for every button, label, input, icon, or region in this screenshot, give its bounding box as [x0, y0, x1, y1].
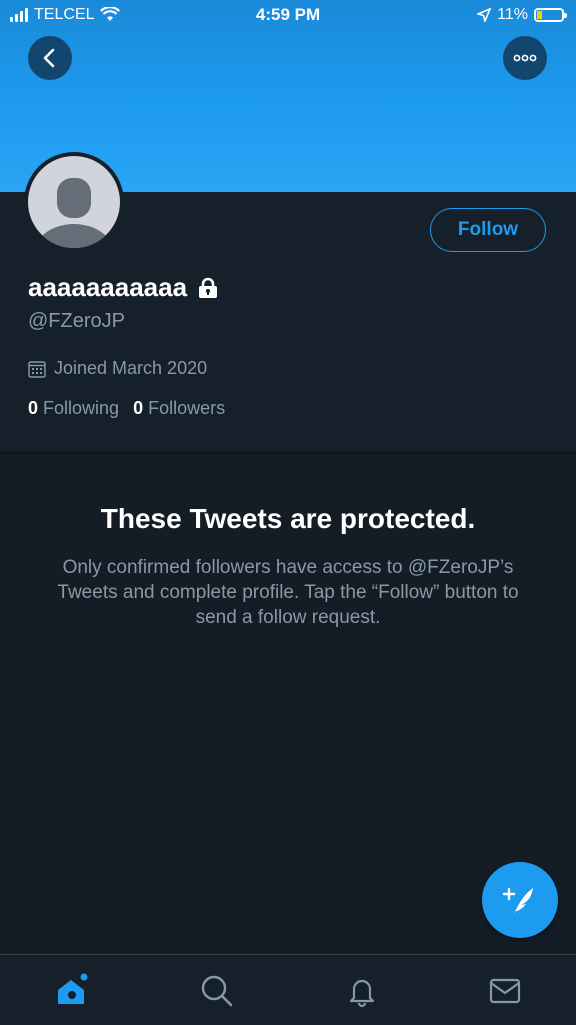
default-avatar-icon — [28, 156, 120, 248]
bell-icon — [349, 979, 375, 1008]
compose-tweet-button[interactable] — [482, 862, 558, 938]
display-name: aaaaaaaaaaa — [28, 272, 188, 302]
tab-home[interactable] — [52, 971, 92, 1011]
follow-stats: 0 Following 0 Followers — [28, 398, 225, 419]
lock-icon — [199, 277, 218, 298]
compose-feather-icon — [502, 887, 533, 914]
joined-date: Joined March 2020 — [54, 358, 208, 378]
handle: @FZeroJP — [28, 310, 125, 332]
battery-icon — [534, 8, 567, 22]
home-icon — [58, 973, 88, 1004]
following-count: 0 — [28, 398, 39, 418]
tab-notifications[interactable] — [342, 971, 382, 1011]
following-link[interactable]: 0 Following — [28, 398, 119, 419]
status-bar: TELCEL 4:59 PM 11% — [0, 0, 576, 32]
following-label: Following — [43, 398, 120, 418]
protected-message: Only confirmed followers have access to … — [57, 557, 519, 628]
followers-link[interactable]: 0 Followers — [133, 398, 225, 419]
back-button[interactable] — [28, 36, 72, 80]
followers-count: 0 — [133, 398, 144, 418]
avatar[interactable] — [24, 152, 124, 252]
more-options-button[interactable] — [503, 36, 547, 80]
tab-messages[interactable] — [485, 971, 525, 1011]
location-arrow-icon — [477, 8, 492, 22]
chevron-left-icon — [43, 48, 55, 68]
protected-title: These Tweets are protected. — [100, 503, 476, 534]
joined-date-row: Joined March 2020 — [28, 358, 207, 379]
bottom-tab-bar — [0, 954, 576, 1025]
calendar-icon — [28, 360, 46, 378]
battery-percent: 11% — [497, 6, 528, 23]
status-right: 11% — [477, 6, 567, 24]
display-name-row: aaaaaaaaaaa — [28, 272, 219, 303]
tab-search[interactable] — [197, 971, 237, 1011]
more-icon — [513, 54, 537, 62]
search-icon — [201, 975, 233, 1007]
follow-button[interactable]: Follow — [430, 208, 546, 252]
followers-label: Followers — [148, 398, 226, 418]
mail-icon — [489, 978, 521, 1004]
